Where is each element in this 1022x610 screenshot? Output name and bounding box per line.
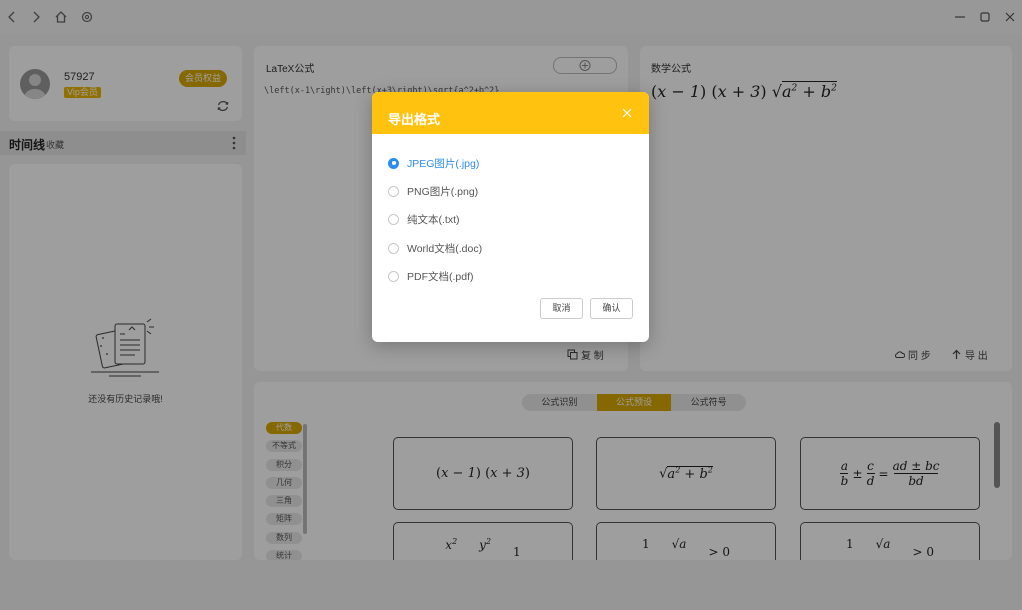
format-option-jpg[interactable]: JPEG图片(.jpg) (388, 156, 479, 170)
format-option-pdf[interactable]: PDF文档(.pdf) (388, 269, 474, 283)
export-format-dialog: 导出格式 JPEG图片(.jpg) PNG图片(.png) 纯文本(.txt) … (372, 92, 649, 342)
option-label: JPEG图片(.jpg) (407, 157, 480, 170)
cancel-button[interactable]: 取消 (540, 298, 583, 319)
format-option-png[interactable]: PNG图片(.png) (388, 184, 478, 198)
format-option-txt[interactable]: 纯文本(.txt) (388, 212, 460, 226)
confirm-button[interactable]: 确认 (590, 298, 633, 319)
radio-button[interactable] (388, 185, 399, 197)
radio-button[interactable] (388, 242, 399, 254)
option-label: World文档(.doc) (407, 242, 483, 255)
option-label: PDF文档(.pdf) (407, 270, 474, 283)
radio-button[interactable] (388, 213, 399, 225)
option-label: PNG图片(.png) (407, 185, 479, 198)
close-icon[interactable] (622, 108, 632, 118)
radio-button[interactable] (388, 157, 399, 169)
dialog-title: 导出格式 (388, 112, 441, 127)
format-option-doc[interactable]: World文档(.doc) (388, 241, 482, 255)
radio-button[interactable] (388, 270, 399, 282)
option-label: 纯文本(.txt) (407, 213, 460, 226)
